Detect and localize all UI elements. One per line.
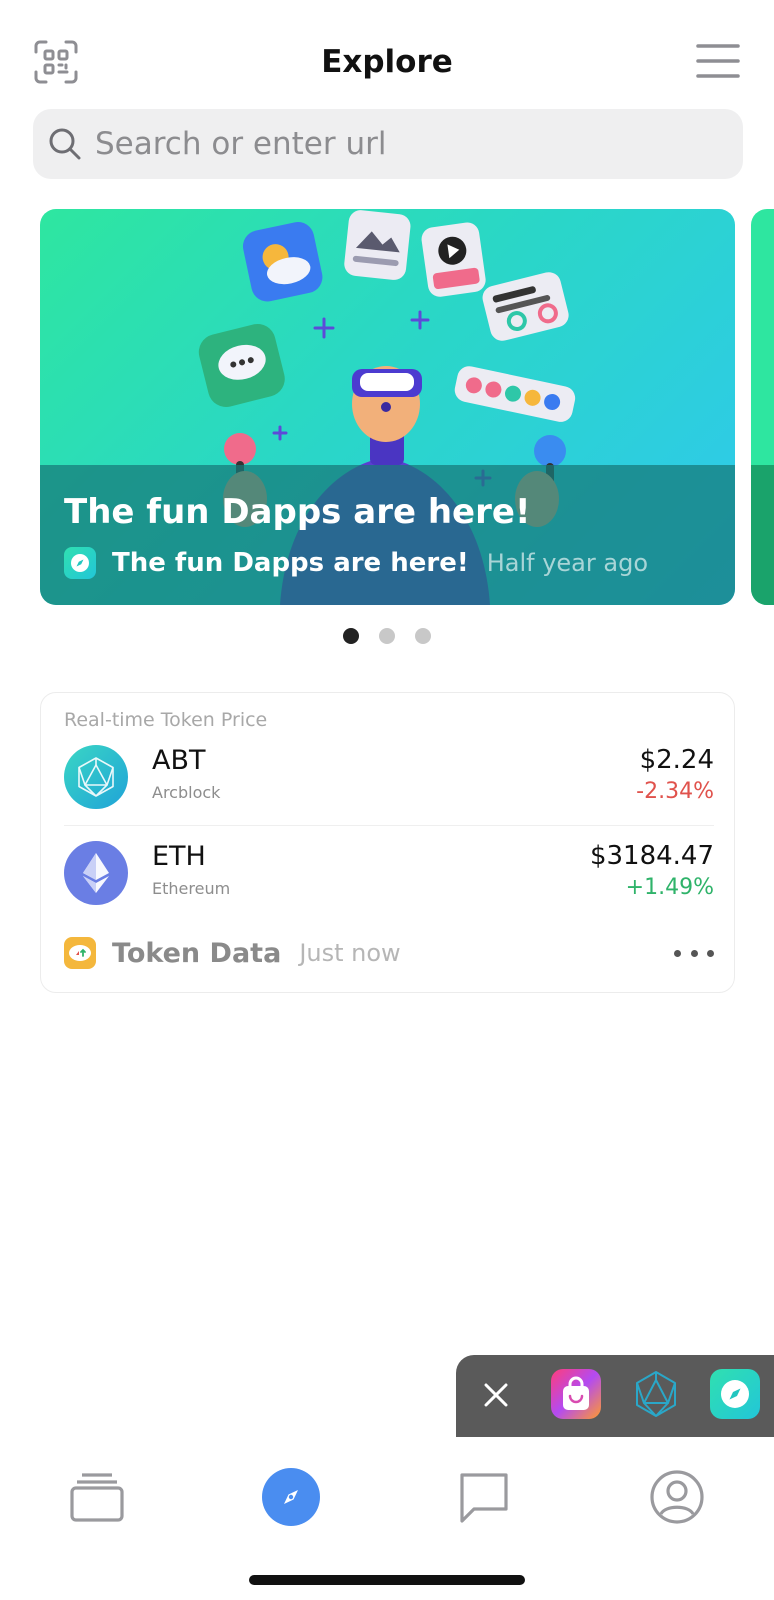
token-data-app-icon xyxy=(64,937,96,969)
arcblock-app-icon[interactable] xyxy=(631,1369,681,1419)
divider xyxy=(64,825,714,826)
search-icon xyxy=(47,126,83,162)
pagination-dot-active[interactable] xyxy=(343,628,359,644)
token-data-time: Just now xyxy=(299,939,401,967)
menu-button[interactable] xyxy=(696,42,740,80)
explore-compass-icon xyxy=(284,1490,298,1504)
token-name: Arcblock xyxy=(152,783,221,802)
ethereum-logo-icon xyxy=(64,841,128,905)
bottom-nav xyxy=(0,1437,774,1600)
nav-explore[interactable] xyxy=(259,1465,323,1529)
banner-meta: The fun Dapps are here! Half year ago xyxy=(64,547,648,579)
token-name: Ethereum xyxy=(152,879,231,898)
nav-explore-active-bg xyxy=(262,1468,320,1526)
card-label: Real-time Token Price xyxy=(64,709,268,731)
token-price-card[interactable]: Real-time Token Price ABT Arcblock $2.24… xyxy=(40,692,735,993)
banner-time: Half year ago xyxy=(486,549,648,577)
token-price: $2.24 xyxy=(639,745,714,775)
more-dots-icon xyxy=(674,949,681,957)
token-symbol: ABT xyxy=(152,745,206,776)
arcblock-logo-icon xyxy=(64,745,128,809)
chat-bubble-icon xyxy=(460,1473,508,1523)
banner-card[interactable]: The fun Dapps are here! The fun Dapps ar… xyxy=(40,209,735,605)
next-banner-overlay xyxy=(751,465,774,605)
recent-dapps-dock xyxy=(456,1355,774,1437)
more-dots-icon xyxy=(690,949,698,957)
more-dots-icon xyxy=(707,949,714,957)
token-price: $3184.47 xyxy=(589,841,714,871)
card-footer: Token Data Just now xyxy=(64,935,714,971)
next-banner-card[interactable] xyxy=(751,209,774,605)
token-change: +1.49% xyxy=(625,875,714,900)
token-row-eth[interactable]: ETH Ethereum $3184.47 +1.49% xyxy=(64,841,714,911)
shopping-bag-app-icon[interactable] xyxy=(551,1369,601,1419)
nav-chat[interactable] xyxy=(452,1465,516,1529)
token-data-name: Token Data xyxy=(112,937,282,969)
header: Explore xyxy=(0,0,774,105)
hamburger-menu-icon xyxy=(696,44,740,78)
profile-icon xyxy=(650,1470,704,1524)
token-symbol: ETH xyxy=(152,841,206,872)
search-input[interactable] xyxy=(95,126,695,162)
nav-profile[interactable] xyxy=(645,1465,709,1529)
search-bar[interactable] xyxy=(33,109,743,179)
compass-app-icon xyxy=(64,547,96,579)
wallet-cards-icon xyxy=(70,1473,124,1522)
banner-source-name: The fun Dapps are here! xyxy=(112,548,469,578)
pagination-dot[interactable] xyxy=(379,628,395,644)
banner-caption-overlay xyxy=(40,465,735,605)
close-icon xyxy=(484,1383,508,1407)
dock-close-button[interactable] xyxy=(474,1373,518,1417)
banner-title: The fun Dapps are here! xyxy=(64,492,531,532)
page-title: Explore xyxy=(321,44,453,80)
carousel-pagination xyxy=(0,628,774,644)
token-change: -2.34% xyxy=(636,779,714,804)
token-row-abt[interactable]: ABT Arcblock $2.24 -2.34% xyxy=(64,745,714,815)
more-options-button[interactable] xyxy=(674,941,714,965)
compass-app-icon[interactable] xyxy=(710,1369,760,1419)
nav-wallet[interactable] xyxy=(65,1465,129,1529)
home-indicator xyxy=(249,1575,525,1585)
pagination-dot[interactable] xyxy=(415,628,431,644)
